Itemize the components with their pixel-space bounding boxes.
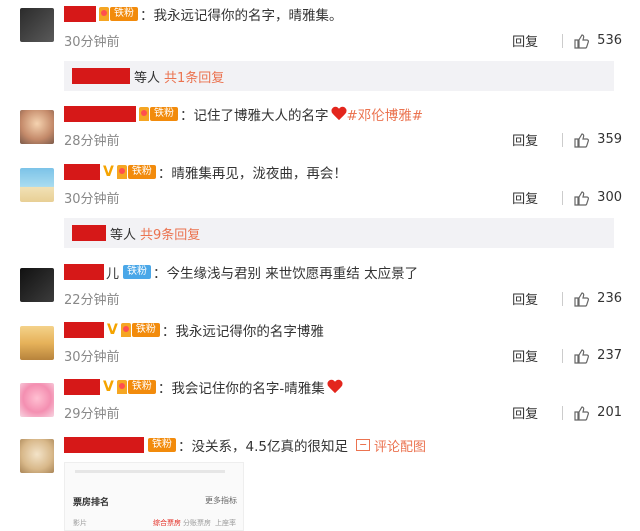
like-count: 201 (597, 405, 622, 420)
avatar[interactable] (20, 268, 54, 302)
redacted-username[interactable] (64, 437, 144, 453)
thumb-col-split: 分账票房 (183, 519, 211, 527)
comment-text: ：记住了博雅大人的名字 (180, 108, 329, 124)
comment-item: 儿 铁粉 ：今生缘浅与君别 来世饮愿再重结 太应景了 22分钟前 回复 236 (0, 262, 640, 312)
fan-badge[interactable]: 铁粉 (116, 165, 156, 180)
comment-time: 30分钟前 (64, 192, 120, 207)
comment-item: 铁粉 ：记住了博雅大人的名字 #邓伦博雅# 28分钟前 回复 359 (0, 104, 640, 154)
like-thumb-icon[interactable] (573, 33, 590, 49)
comment-text: ：今生缘浅与君别 来世饮愿再重结 太应景了 (153, 266, 419, 282)
avatar[interactable] (20, 168, 54, 202)
thumb-col-occupancy: 上座率 (215, 519, 236, 527)
thumb-header-left: 票房排名 (73, 498, 110, 508)
verified-icon: V (103, 379, 114, 395)
redacted-username[interactable] (64, 322, 104, 338)
subreply-prefix: 等人 (110, 227, 137, 243)
topic-tag[interactable]: #邓伦博雅# (347, 104, 424, 124)
comment-time: 28分钟前 (64, 134, 120, 149)
comment-item: V 铁粉 ：我永远记得你的名字博雅 30分钟前 回复 237 (0, 320, 640, 370)
comment-text: ：我永远记得你的名字，晴雅集。 (140, 8, 343, 24)
avatar[interactable] (20, 439, 54, 473)
verified-icon: V (107, 322, 118, 338)
comment-time: 30分钟前 (64, 35, 120, 50)
comment-text: ：我会记住你的名字-晴雅集 (157, 381, 325, 397)
redacted-username[interactable] (72, 225, 106, 241)
like-thumb-icon[interactable] (573, 190, 590, 206)
reply-button[interactable]: 回复 (512, 289, 538, 308)
avatar[interactable] (20, 383, 54, 417)
thumb-col-total: 综合票房 (153, 519, 181, 527)
thumb-col-film: 影片 (73, 519, 87, 527)
redacted-username[interactable] (64, 379, 100, 395)
like-thumb-icon[interactable] (573, 291, 590, 307)
comment-item: V 铁粉 ：晴雅集再见，泷夜曲，再会！ 30分钟前 回复 300 (0, 162, 640, 212)
reply-button[interactable]: 回复 (512, 130, 538, 149)
comment-time: 22分钟前 (64, 293, 120, 308)
verified-icon: V (103, 164, 114, 180)
fan-badge[interactable]: 铁粉 (147, 438, 176, 453)
image-icon (355, 439, 370, 451)
comment-text: ：晴雅集再见，泷夜曲，再会！ (157, 166, 347, 182)
redacted-username[interactable] (64, 164, 100, 180)
reply-button[interactable]: 回复 (512, 346, 538, 365)
comment-image-link[interactable]: 评论配图 (355, 436, 426, 455)
thumb-header-right: 更多指标 (205, 496, 237, 505)
redacted-username[interactable] (64, 106, 136, 122)
like-count: 359 (597, 132, 622, 147)
comment-time: 30分钟前 (64, 350, 120, 365)
heart-icon (327, 380, 343, 395)
redacted-username[interactable] (72, 68, 130, 84)
fan-badge[interactable]: 铁粉 (139, 107, 178, 122)
subreply-summary[interactable]: 等人 共9条回复 (64, 218, 614, 248)
like-count: 300 (597, 190, 622, 205)
more-replies-link[interactable]: 共1条回复 (164, 67, 224, 86)
reply-button[interactable]: 回复 (512, 31, 538, 50)
comment-text: ：我永远记得你的名字博雅 (161, 324, 324, 340)
fan-badge[interactable]: 铁粉 (120, 323, 160, 338)
comment-text: ：没关系，4.5亿真的很知足 (178, 439, 348, 455)
heart-icon (331, 107, 347, 122)
comment-item: 铁粉 ：我永远记得你的名字，晴雅集。 30分钟前 回复 536 (0, 4, 640, 54)
subreply-summary[interactable]: 等人 共1条回复 (64, 61, 614, 91)
redacted-username[interactable] (64, 264, 104, 280)
comment-image-thumbnail[interactable]: 票房排名 更多指标 影片 综合票房 分账票房 上座率 (64, 462, 244, 531)
comment-item: 铁粉 ：没关系，4.5亿真的很知足 评论配图 (0, 435, 640, 473)
like-thumb-icon[interactable] (573, 132, 590, 148)
reply-button[interactable]: 回复 (512, 188, 538, 207)
avatar[interactable] (20, 326, 54, 360)
comment-item: V 铁粉 ：我会记住你的名字-晴雅集 29分钟前 回复 201 (0, 377, 640, 427)
like-count: 536 (597, 33, 622, 48)
subreply-prefix: 等人 (134, 70, 161, 86)
avatar[interactable] (20, 8, 54, 42)
fan-badge[interactable]: 铁粉 (116, 380, 156, 395)
reply-button[interactable]: 回复 (512, 403, 538, 422)
comment-time: 29分钟前 (64, 407, 120, 422)
like-count: 236 (597, 291, 622, 306)
fan-badge[interactable]: 铁粉 (99, 7, 138, 22)
fan-badge[interactable]: 铁粉 (122, 265, 152, 280)
like-count: 237 (597, 348, 622, 363)
avatar[interactable] (20, 110, 54, 144)
username-tail[interactable]: 儿 (106, 263, 119, 282)
more-replies-link[interactable]: 共9条回复 (140, 224, 200, 243)
redacted-username[interactable] (64, 6, 96, 22)
like-thumb-icon[interactable] (573, 405, 590, 421)
like-thumb-icon[interactable] (573, 348, 590, 364)
